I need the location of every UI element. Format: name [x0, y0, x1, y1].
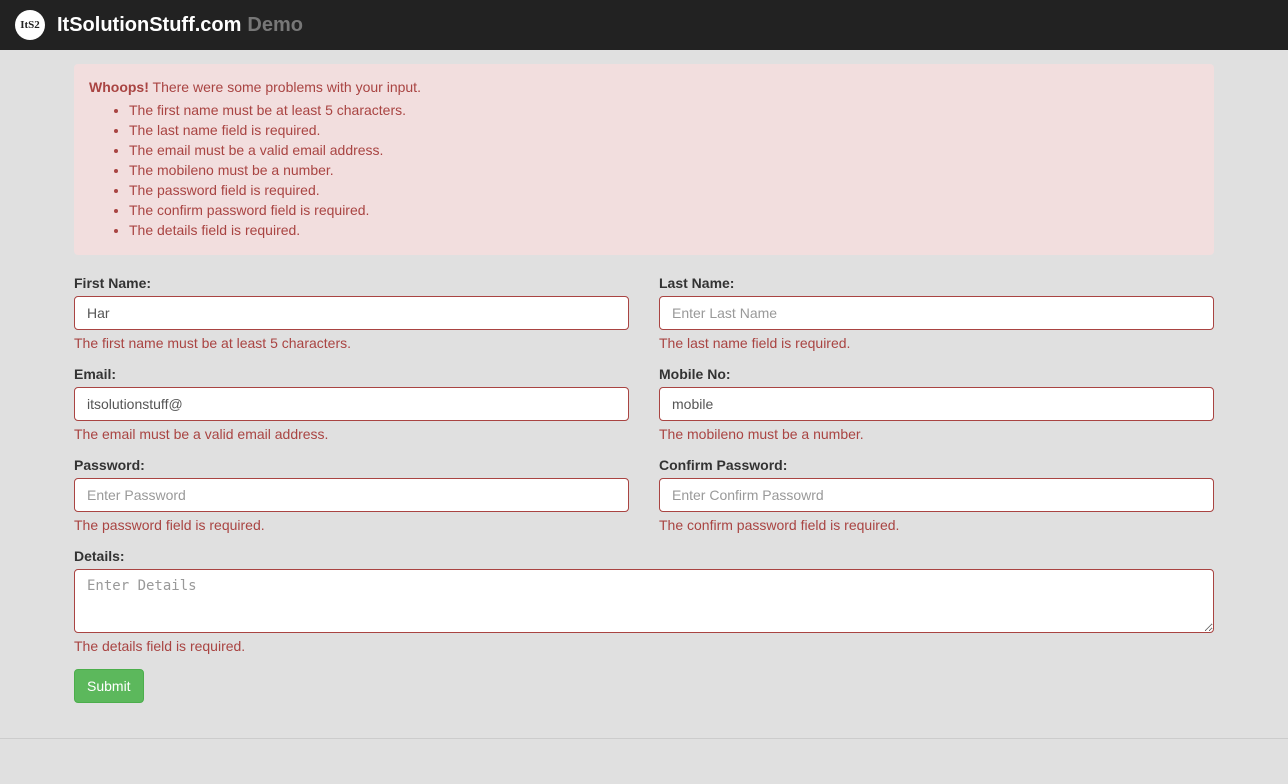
- first-name-input[interactable]: [74, 296, 629, 330]
- alert-heading-bold: Whoops!: [89, 79, 149, 95]
- mobile-no-input[interactable]: [659, 387, 1214, 421]
- alert-error-list: The first name must be at least 5 charac…: [129, 100, 1199, 240]
- validation-alert: Whoops! There were some problems with yo…: [74, 64, 1214, 255]
- email-input[interactable]: [74, 387, 629, 421]
- password-label: Password:: [74, 457, 145, 473]
- brand-title[interactable]: ItSolutionStuff.com: [57, 14, 241, 37]
- confirm-password-label: Confirm Password:: [659, 457, 787, 473]
- password-input[interactable]: [74, 478, 629, 512]
- alert-error-item: The last name field is required.: [129, 120, 1199, 140]
- alert-error-item: The mobileno must be a number.: [129, 160, 1199, 180]
- password-error: The password field is required.: [74, 517, 629, 533]
- email-label: Email:: [74, 366, 116, 382]
- brand-logo: ItS2: [15, 10, 45, 40]
- confirm-password-group: Confirm Password: The confirm password f…: [659, 457, 1214, 533]
- mobile-no-label: Mobile No:: [659, 366, 731, 382]
- details-label: Details:: [74, 548, 125, 564]
- email-group: Email: The email must be a valid email a…: [74, 366, 629, 442]
- last-name-error: The last name field is required.: [659, 335, 1214, 351]
- confirm-password-input[interactable]: [659, 478, 1214, 512]
- brand-subtitle: Demo: [247, 14, 303, 37]
- alert-error-item: The confirm password field is required.: [129, 200, 1199, 220]
- mobile-no-group: Mobile No: The mobileno must be a number…: [659, 366, 1214, 442]
- confirm-password-error: The confirm password field is required.: [659, 517, 1214, 533]
- last-name-label: Last Name:: [659, 275, 734, 291]
- alert-error-item: The email must be a valid email address.: [129, 140, 1199, 160]
- details-textarea[interactable]: [74, 569, 1214, 633]
- first-name-label: First Name:: [74, 275, 151, 291]
- alert-error-item: The details field is required.: [129, 220, 1199, 240]
- first-name-error: The first name must be at least 5 charac…: [74, 335, 629, 351]
- password-group: Password: The password field is required…: [74, 457, 629, 533]
- last-name-group: Last Name: The last name field is requir…: [659, 275, 1214, 351]
- email-error: The email must be a valid email address.: [74, 426, 629, 442]
- alert-error-item: The password field is required.: [129, 180, 1199, 200]
- details-group: Details: The details field is required.: [74, 548, 1214, 654]
- mobile-no-error: The mobileno must be a number.: [659, 426, 1214, 442]
- first-name-group: First Name: The first name must be at le…: [74, 275, 629, 351]
- details-error: The details field is required.: [74, 638, 1214, 654]
- navbar: ItS2 ItSolutionStuff.com Demo: [0, 0, 1288, 50]
- alert-heading-text: There were some problems with your input…: [149, 79, 421, 95]
- submit-button[interactable]: Submit: [74, 669, 144, 703]
- alert-error-item: The first name must be at least 5 charac…: [129, 100, 1199, 120]
- registration-form: First Name: The first name must be at le…: [74, 275, 1214, 703]
- last-name-input[interactable]: [659, 296, 1214, 330]
